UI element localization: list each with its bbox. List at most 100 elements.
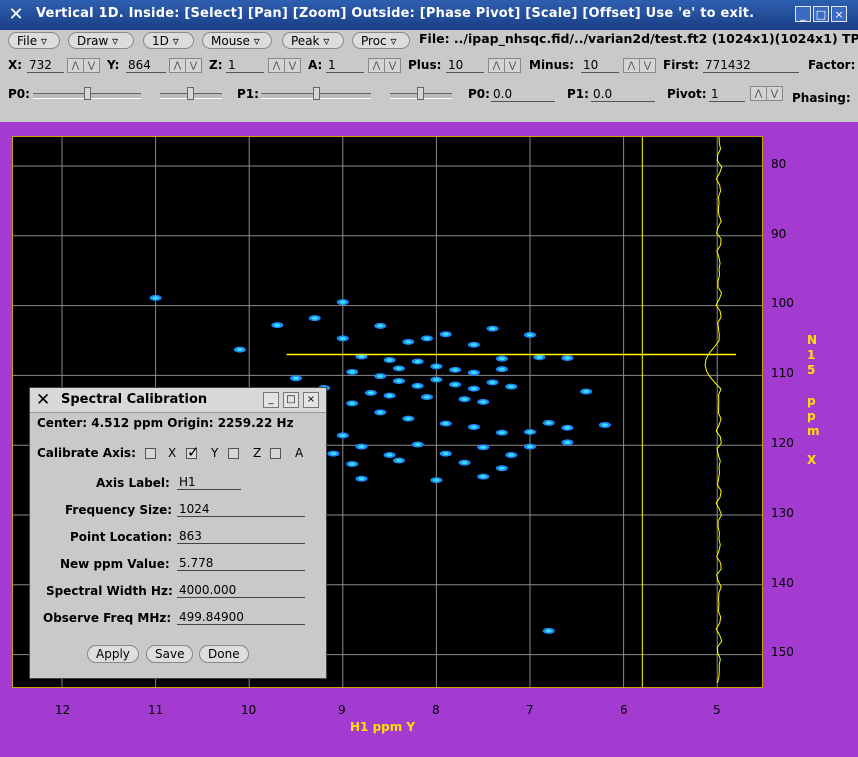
z-field[interactable]: 1 bbox=[226, 58, 264, 73]
y-field[interactable]: 864 bbox=[126, 58, 166, 73]
peak-core bbox=[461, 461, 468, 465]
p0-fine-slider-thumb[interactable] bbox=[187, 87, 194, 100]
plus-field[interactable]: 10 bbox=[446, 58, 484, 73]
peak-core bbox=[377, 374, 384, 378]
new-ppm-value-label: New ppm Value: bbox=[60, 557, 170, 571]
peak-core bbox=[377, 324, 384, 328]
dialog-maximize-button[interactable]: □ bbox=[283, 392, 299, 408]
z-spin-down[interactable]: ⋁ bbox=[284, 58, 301, 73]
apply-button[interactable]: Apply bbox=[87, 645, 139, 663]
close-button[interactable]: × bbox=[831, 6, 847, 22]
axis-x-checkbox[interactable] bbox=[145, 448, 156, 459]
point-location-field[interactable]: 863 bbox=[177, 528, 305, 544]
z-spin-up[interactable]: ⋀ bbox=[268, 58, 285, 73]
y-tick-label: 120 bbox=[771, 436, 794, 450]
minus-spin-up[interactable]: ⋀ bbox=[623, 58, 640, 73]
peak-core bbox=[470, 387, 477, 391]
file-menu[interactable]: File ▿ bbox=[8, 32, 60, 49]
peak-core bbox=[461, 397, 468, 401]
spectral-width-field[interactable]: 4000.000 bbox=[177, 582, 305, 598]
proc-menu-label: Proc bbox=[361, 34, 387, 48]
x-tick-label: 5 bbox=[713, 703, 721, 717]
pivot-spin-up[interactable]: ⋀ bbox=[750, 86, 767, 101]
plus-spin-down[interactable]: ⋁ bbox=[504, 58, 521, 73]
1d-menu[interactable]: 1D ▿ bbox=[143, 32, 194, 49]
x11-logo-icon: ✕ bbox=[36, 390, 51, 410]
maximize-button[interactable]: □ bbox=[813, 6, 829, 22]
draw-menu[interactable]: Draw ▿ bbox=[68, 32, 134, 49]
x-spin-up[interactable]: ⋀ bbox=[67, 58, 84, 73]
minus-field[interactable]: 10 bbox=[581, 58, 619, 73]
peak-core bbox=[498, 431, 505, 435]
first-label: First: bbox=[663, 58, 699, 72]
axis-z-checkbox[interactable] bbox=[228, 448, 239, 459]
p1-fine-slider-thumb[interactable] bbox=[417, 87, 424, 100]
axis-label-field[interactable]: H1 bbox=[177, 474, 241, 490]
y-axis-label-char: m bbox=[807, 424, 820, 438]
pivot-field[interactable]: 1 bbox=[709, 87, 745, 102]
a-spin-down[interactable]: ⋁ bbox=[384, 58, 401, 73]
peak-core bbox=[349, 370, 356, 374]
peak-core bbox=[414, 443, 421, 447]
x-field[interactable]: 732 bbox=[27, 58, 64, 73]
center-origin-text: Center: 4.512 ppm Origin: 2259.22 Hz bbox=[37, 416, 294, 430]
p0-coarse-slider-thumb[interactable] bbox=[84, 87, 91, 100]
p1-value-field[interactable]: 0.0 bbox=[591, 87, 655, 102]
done-button[interactable]: Done bbox=[199, 645, 249, 663]
draw-menu-label: Draw bbox=[77, 34, 109, 48]
x-axis-label: H1 ppm Y bbox=[350, 720, 416, 734]
peak-core bbox=[395, 459, 402, 463]
chevron-down-icon: ▿ bbox=[172, 34, 179, 48]
y-axis-label-char: 1 bbox=[807, 348, 816, 362]
chevron-down-icon: ▿ bbox=[323, 34, 330, 48]
phasing-label: Phasing: bbox=[792, 91, 851, 105]
x-tick-label: 7 bbox=[526, 703, 534, 717]
axis-y-checkbox[interactable]: ✓ bbox=[186, 443, 200, 461]
frequency-size-field[interactable]: 1024 bbox=[177, 501, 305, 517]
peak-core bbox=[498, 466, 505, 470]
peak-core bbox=[452, 368, 459, 372]
y-axis-label-char: 5 bbox=[807, 363, 816, 377]
a-label: A: bbox=[308, 58, 323, 72]
p1-coarse-slider-thumb[interactable] bbox=[313, 87, 320, 100]
peak-core bbox=[480, 445, 487, 449]
peak-menu[interactable]: Peak ▿ bbox=[282, 32, 344, 49]
observe-freq-label: Observe Freq MHz: bbox=[43, 611, 172, 625]
peak-core bbox=[545, 629, 552, 633]
y-spin-down[interactable]: ⋁ bbox=[185, 58, 202, 73]
a-field[interactable]: 1 bbox=[326, 58, 364, 73]
peak-core bbox=[470, 371, 477, 375]
peak-core bbox=[358, 445, 365, 449]
peak-core bbox=[293, 376, 299, 380]
axis-a-checkbox[interactable] bbox=[270, 448, 281, 459]
mouse-menu[interactable]: Mouse ▿ bbox=[202, 32, 272, 49]
peak-core bbox=[236, 348, 243, 352]
peak-menu-label: Peak bbox=[291, 34, 320, 48]
plus-spin-up[interactable]: ⋀ bbox=[488, 58, 505, 73]
pivot-spin-down[interactable]: ⋁ bbox=[766, 86, 783, 101]
axis-label-label: Axis Label: bbox=[96, 476, 170, 490]
x-spin-down[interactable]: ⋁ bbox=[83, 58, 100, 73]
p1-value-label: P1: bbox=[567, 87, 589, 101]
dialog-close-button[interactable]: × bbox=[303, 392, 319, 408]
y-tick-label: 150 bbox=[771, 645, 794, 659]
first-field[interactable]: 771432 bbox=[703, 58, 799, 73]
y-spin-up[interactable]: ⋀ bbox=[169, 58, 186, 73]
pivot-label: Pivot: bbox=[667, 87, 707, 101]
peak-core bbox=[152, 296, 159, 300]
minus-spin-down[interactable]: ⋁ bbox=[639, 58, 656, 73]
peak-core bbox=[386, 358, 393, 362]
proc-menu[interactable]: Proc ▿ bbox=[352, 32, 410, 49]
y-axis-label-char: p bbox=[807, 409, 816, 423]
observe-freq-field[interactable]: 499.84900 bbox=[177, 609, 305, 625]
a-spin-up[interactable]: ⋀ bbox=[368, 58, 385, 73]
peak-core bbox=[527, 333, 533, 337]
dialog-titlebar[interactable]: ✕ Spectral Calibration _ □ × bbox=[30, 388, 326, 413]
peak-core bbox=[274, 323, 281, 327]
new-ppm-value-field[interactable]: 5.778 bbox=[177, 555, 305, 571]
dialog-minimize-button[interactable]: _ bbox=[263, 392, 279, 408]
p0-value-field[interactable]: 0.0 bbox=[491, 87, 555, 102]
minimize-button[interactable]: _ bbox=[795, 6, 811, 22]
mouse-menu-label: Mouse bbox=[211, 34, 250, 48]
save-button[interactable]: Save bbox=[146, 645, 194, 663]
